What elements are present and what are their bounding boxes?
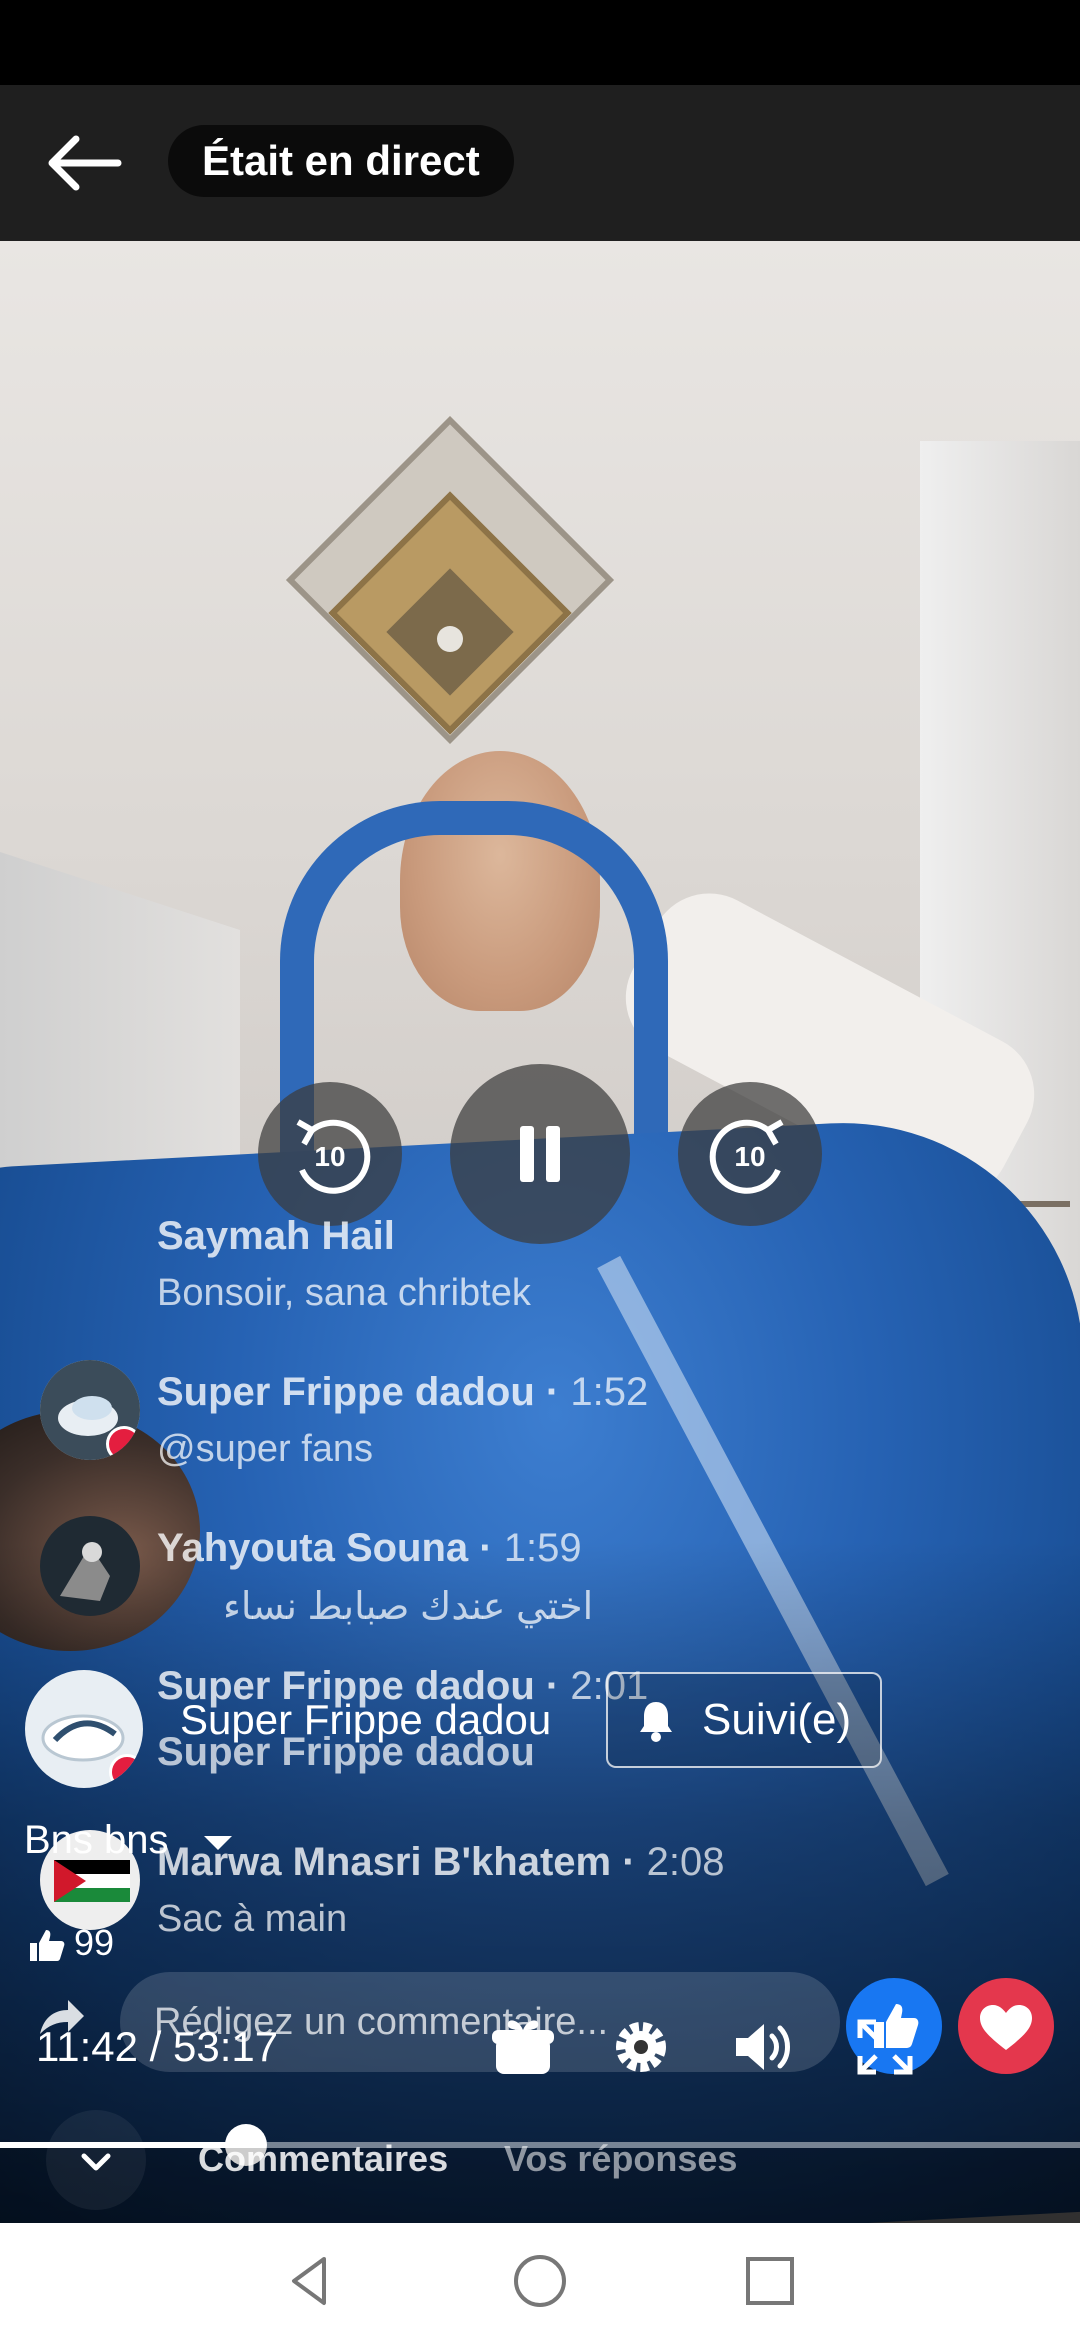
back-arrow-icon <box>48 135 122 191</box>
channel-name[interactable]: Super Frippe dadou <box>180 1696 551 1744</box>
comment-sort-label[interactable]: Bns bns <box>24 1818 169 1863</box>
nav-back-button[interactable] <box>280 2251 340 2311</box>
heart-icon <box>980 2005 1032 2050</box>
collapse-button[interactable] <box>46 2110 146 2210</box>
fullscreen-icon <box>857 2019 913 2075</box>
system-nav-bar <box>0 2223 1080 2340</box>
comment-text: @super fans <box>157 1428 374 1470</box>
comment-item: Saymah Hail Bonsoir, sana chribtek <box>30 1204 1030 1354</box>
reaction-count[interactable]: 99 <box>28 1922 114 1964</box>
circle-home-icon <box>514 2255 566 2307</box>
svg-text:10: 10 <box>734 1141 765 1172</box>
love-reaction-button[interactable] <box>958 1978 1054 2074</box>
gift-icon <box>492 2020 554 2074</box>
back-button[interactable] <box>40 123 130 203</box>
nav-recents-button[interactable] <box>740 2251 800 2311</box>
avatar[interactable] <box>25 1670 143 1788</box>
triangle-back-icon <box>292 2257 326 2305</box>
comment-time: 1:59 <box>503 1526 582 1570</box>
comment-author: Yahyouta Souna <box>157 1526 469 1570</box>
comment-author: Super Frippe dadou <box>157 1370 535 1414</box>
comment-text: Bonsoir, sana chribtek <box>157 1272 531 1314</box>
comment-author[interactable]: Saymah Hail <box>157 1214 395 1259</box>
comment-text: Sac à main <box>157 1898 348 1940</box>
follow-label: Suivi(e) <box>702 1695 852 1744</box>
comment-time: 1:52 <box>570 1370 649 1414</box>
thumbs-up-icon <box>30 1930 65 1962</box>
live-badge <box>106 1426 140 1460</box>
nav-home-button[interactable] <box>510 2251 570 2311</box>
live-status-badge: Était en direct <box>168 125 514 197</box>
bell-icon <box>640 1702 672 1742</box>
live-badge <box>109 1754 143 1788</box>
top-bar: Était en direct <box>0 85 1080 241</box>
follow-button[interactable]: Suivi(e) <box>606 1672 882 1768</box>
playback-time: 11:42 / 53:17 <box>36 2023 279 2070</box>
avatar[interactable] <box>40 1360 140 1460</box>
ceiling-lamp <box>270 415 630 771</box>
comment-text: اختي عندك صبابط نساء <box>223 1586 594 1628</box>
gear-icon <box>616 2022 666 2072</box>
tab-your-replies[interactable]: Vos réponses <box>504 2138 737 2180</box>
status-bar <box>0 0 1080 85</box>
avatar[interactable] <box>40 1516 140 1616</box>
comment-time: 2:08 <box>646 1840 725 1884</box>
fullscreen-button[interactable] <box>850 2012 920 2082</box>
volume-icon <box>736 2024 790 2070</box>
square-recents-icon <box>746 2257 794 2305</box>
chevron-down-icon <box>81 2153 111 2171</box>
tab-comments[interactable]: Commentaires <box>198 2138 448 2180</box>
comment-item: Marwa Mnasri B'khatem · 2:08 Sac à main <box>30 1830 1030 1980</box>
chevron-down-icon[interactable] <box>204 1836 232 1850</box>
volume-button[interactable] <box>728 2012 798 2082</box>
settings-button[interactable] <box>606 2012 676 2082</box>
comment-item: Yahyouta Souna · 1:59 اختي عندك صبابط نس… <box>30 1516 1030 1666</box>
comment-item: Super Frippe dadou · 1:52 @super fans <box>30 1360 1030 1510</box>
gift-button[interactable] <box>488 2012 558 2082</box>
svg-text:10: 10 <box>314 1141 345 1172</box>
